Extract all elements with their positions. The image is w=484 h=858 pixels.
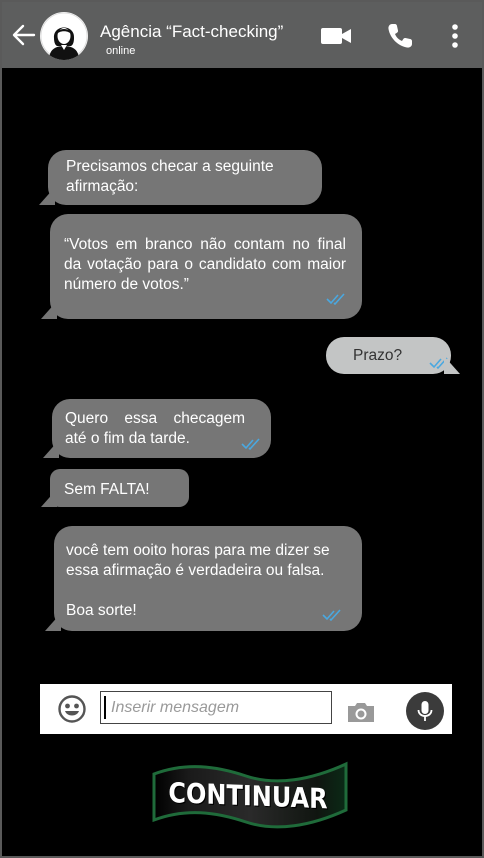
continue-button[interactable]: CONTINUAR bbox=[146, 760, 350, 832]
message-composer bbox=[40, 684, 452, 734]
message-text: Prazo? bbox=[353, 347, 403, 364]
read-check-icon bbox=[326, 293, 345, 306]
contact-status: online bbox=[106, 45, 136, 57]
more-vertical-icon[interactable] bbox=[448, 22, 462, 50]
chat-header: Agência “Fact-checking” online bbox=[2, 2, 482, 68]
microphone-button[interactable] bbox=[406, 692, 444, 730]
text-caret bbox=[104, 696, 106, 719]
message-bubble-incoming[interactable]: Precisamos checar a seguinte afirmação: bbox=[39, 150, 322, 205]
message-text: você tem ooito horas para me dizer se es… bbox=[66, 542, 330, 619]
message-input[interactable] bbox=[100, 691, 332, 724]
read-check-icon bbox=[429, 357, 448, 370]
phone-icon[interactable] bbox=[386, 22, 414, 50]
contact-name[interactable]: Agência “Fact-checking” bbox=[100, 22, 283, 42]
message-text: Precisamos checar a seguinte afirmação: bbox=[66, 158, 274, 195]
read-check-icon bbox=[241, 438, 260, 451]
chat-screen: Agência “Fact-checking” online Precisamo… bbox=[0, 0, 484, 858]
message-text: Quero essa checagem até o fim da tarde. bbox=[65, 410, 245, 447]
message-bubble-incoming[interactable]: Quero essa checagem até o fim da tarde. bbox=[43, 399, 271, 458]
avatar[interactable] bbox=[40, 12, 88, 60]
message-bubble-incoming[interactable]: Sem FALTA! bbox=[41, 469, 189, 507]
message-text: Sem FALTA! bbox=[64, 481, 150, 498]
read-check-icon bbox=[322, 609, 341, 622]
message-bubble-outgoing[interactable]: Prazo? bbox=[326, 337, 460, 374]
message-text: “Votos em branco não contam no final da … bbox=[64, 236, 346, 293]
message-bubble-incoming[interactable]: “Votos em branco não contam no final da … bbox=[41, 214, 362, 319]
camera-icon[interactable] bbox=[346, 701, 376, 723]
user-avatar-icon bbox=[40, 12, 88, 60]
continue-label: CONTINUAR bbox=[168, 776, 328, 816]
message-bubble-incoming[interactable]: você tem ooito horas para me dizer se es… bbox=[45, 526, 362, 631]
video-camera-icon[interactable] bbox=[320, 26, 352, 46]
arrow-left-icon[interactable] bbox=[10, 20, 38, 50]
emoji-icon[interactable] bbox=[58, 695, 86, 723]
microphone-icon bbox=[417, 701, 433, 721]
